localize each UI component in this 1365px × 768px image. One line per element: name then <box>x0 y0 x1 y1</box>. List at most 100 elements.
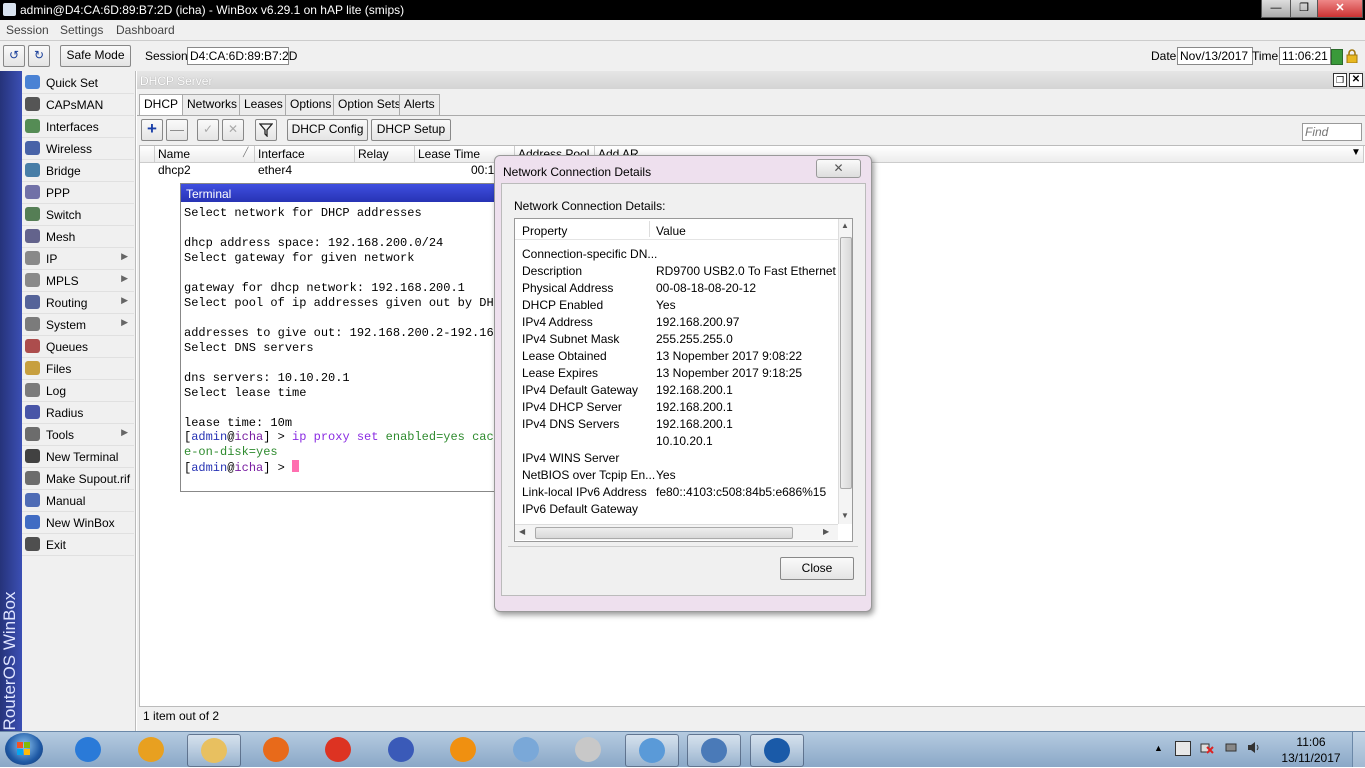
start-button[interactable] <box>5 733 43 765</box>
minimize-button[interactable]: — <box>1261 0 1291 18</box>
close-dhcp-window-icon[interactable]: ✕ <box>1349 73 1363 87</box>
filter-icon[interactable] <box>255 119 277 141</box>
horizontal-scroll-thumb[interactable] <box>535 527 793 539</box>
list-item[interactable]: Description RD9700 USB2.0 To Fast Etherne… <box>515 262 838 279</box>
sidebar-item-system[interactable]: System ▶ <box>22 314 134 336</box>
tab-leases[interactable]: Leases <box>239 94 288 115</box>
restore-window-icon[interactable]: ❐ <box>1333 73 1347 87</box>
paint-icon[interactable] <box>500 734 552 765</box>
app-orange-icon[interactable] <box>437 734 489 765</box>
list-item[interactable]: Physical Address 00-08-18-08-20-12 <box>515 279 838 296</box>
control-panel-icon[interactable] <box>624 734 679 767</box>
sidebar-item-exit[interactable]: Exit <box>22 534 134 556</box>
add-icon[interactable]: + <box>141 119 163 141</box>
list-item[interactable]: IPv4 DNS Servers 192.168.200.1 <box>515 415 838 432</box>
sidebar-item-interfaces[interactable]: Interfaces <box>22 116 134 138</box>
list-item[interactable]: IPv4 Subnet Mask 255.255.255.0 <box>515 330 838 347</box>
sidebar-item-switch[interactable]: Switch <box>22 204 134 226</box>
window-title-bar[interactable]: admin@D4:CA:6D:89:B7:2D (icha) - WinBox … <box>0 0 1365 20</box>
terminal-prompt-line[interactable]: [admin@icha] > <box>184 460 300 475</box>
sidebar-item-wireless[interactable]: Wireless <box>22 138 134 160</box>
sidebar-item-files[interactable]: Files <box>22 358 134 380</box>
column-interface[interactable]: Interface <box>255 146 355 163</box>
sidebar-item-mpls[interactable]: MPLS ▶ <box>22 270 134 292</box>
sidebar-item-new-terminal[interactable]: New Terminal <box>22 446 134 468</box>
dhcp-setup-button[interactable]: DHCP Setup <box>371 119 451 141</box>
action-center-icon[interactable] <box>1175 741 1191 756</box>
media-player-icon[interactable] <box>125 734 177 765</box>
show-hidden-icons[interactable]: ▲ <box>1154 743 1163 753</box>
sidebar-item-bridge[interactable]: Bridge <box>22 160 134 182</box>
enable-icon[interactable]: ✓ <box>197 119 219 141</box>
sidebar-item-tools[interactable]: Tools ▶ <box>22 424 134 446</box>
remove-icon[interactable]: — <box>166 119 188 141</box>
close-window-button[interactable]: ✕ <box>1317 0 1363 18</box>
sidebar-item-new-winbox[interactable]: New WinBox <box>22 512 134 534</box>
tab-option-sets[interactable]: Option Sets <box>333 94 406 115</box>
snipping-icon[interactable] <box>562 734 614 765</box>
list-item[interactable]: IPv4 Address 192.168.200.97 <box>515 313 838 330</box>
sidebar-item-ip[interactable]: IP ▶ <box>22 248 134 270</box>
clock-time[interactable]: 11:06 <box>1278 735 1344 749</box>
find-input[interactable] <box>1302 123 1362 141</box>
sidebar-item-quick-set[interactable]: Quick Set <box>22 72 134 94</box>
maximize-button[interactable]: ❐ <box>1290 0 1318 18</box>
file-explorer-icon[interactable] <box>187 734 241 767</box>
horizontal-scrollbar[interactable]: ◀ ▶ <box>515 524 838 540</box>
firefox-icon[interactable] <box>250 734 302 765</box>
list-item[interactable]: IPv4 WINS Server <box>515 449 838 466</box>
list-item[interactable]: IPv4 Default Gateway 192.168.200.1 <box>515 381 838 398</box>
internet-explorer-icon[interactable] <box>62 734 114 765</box>
sidebar-item-make-supout-rif[interactable]: Make Supout.rif <box>22 468 134 490</box>
menu-settings[interactable]: Settings <box>60 23 103 37</box>
redo-icon[interactable]: ↻ <box>28 45 50 67</box>
vertical-scrollbar[interactable]: ▲ ▼ <box>838 219 852 524</box>
list-item[interactable]: Link-local IPv6 Address fe80::4103:c508:8… <box>515 483 838 500</box>
usb-icon[interactable] <box>1224 741 1238 754</box>
list-item[interactable]: Lease Expires 13 Nopember 2017 9:18:25 <box>515 364 838 381</box>
sidebar-item-radius[interactable]: Radius <box>22 402 134 424</box>
safe-mode-button[interactable]: Safe Mode <box>60 45 131 67</box>
network-status-icon[interactable] <box>1200 741 1214 754</box>
sidebar-item-manual[interactable]: Manual <box>22 490 134 512</box>
tab-options[interactable]: Options <box>285 94 337 115</box>
sidebar-item-log[interactable]: Log <box>22 380 134 402</box>
column-relay[interactable]: Relay <box>355 146 415 163</box>
clock-date[interactable]: 13/11/2017 <box>1278 751 1344 765</box>
scroll-up-icon[interactable]: ▲ <box>841 221 849 230</box>
tab-dhcp[interactable]: DHCP <box>139 94 184 115</box>
columns-dropdown-icon[interactable]: ▼ <box>1351 147 1361 158</box>
scroll-right-icon[interactable]: ▶ <box>823 527 829 536</box>
photo-viewer-icon[interactable] <box>687 734 741 767</box>
terminal-title-bar[interactable]: Terminal <box>181 184 501 202</box>
dhcp-window-title-bar[interactable]: DHCP Server ❐ ✕ <box>137 71 1365 89</box>
sidebar-item-routing[interactable]: Routing ▶ <box>22 292 134 314</box>
network-tool-icon[interactable] <box>375 734 427 765</box>
tab-alerts[interactable]: Alerts <box>399 94 440 115</box>
list-item[interactable]: Lease Obtained 13 Nopember 2017 9:08:22 <box>515 347 838 364</box>
list-item[interactable]: DHCP Enabled Yes <box>515 296 838 313</box>
sidebar-item-mesh[interactable]: Mesh <box>22 226 134 248</box>
sidebar-item-queues[interactable]: Queues <box>22 336 134 358</box>
column-name[interactable]: Name <box>155 146 255 163</box>
volume-icon[interactable] <box>1247 741 1261 754</box>
table-header-select[interactable] <box>140 146 155 163</box>
terminal-window[interactable]: Terminal [admin@icha] > ip proxy set ena… <box>180 183 558 492</box>
list-item[interactable]: IPv6 Default Gateway <box>515 500 838 517</box>
chrome-icon[interactable] <box>312 734 364 765</box>
tab-networks[interactable]: Networks <box>182 94 243 115</box>
show-desktop-button[interactable] <box>1352 732 1365 767</box>
dhcp-config-button[interactable]: DHCP Config <box>287 119 368 141</box>
close-button[interactable]: Close <box>780 557 854 580</box>
list-item[interactable]: IPv4 DHCP Server 192.168.200.1 <box>515 398 838 415</box>
disable-icon[interactable]: ✕ <box>222 119 244 141</box>
list-item[interactable]: 10.10.20.1 <box>515 432 838 449</box>
undo-icon[interactable]: ↺ <box>3 45 25 67</box>
sidebar-item-capsman[interactable]: CAPsMAN <box>22 94 134 116</box>
vertical-scroll-thumb[interactable] <box>840 237 852 489</box>
list-item[interactable]: Connection-specific DN... <box>515 245 838 262</box>
menu-dashboard[interactable]: Dashboard <box>116 23 175 37</box>
scroll-down-icon[interactable]: ▼ <box>841 511 849 520</box>
menu-session[interactable]: Session <box>6 23 49 37</box>
sidebar-item-ppp[interactable]: PPP <box>22 182 134 204</box>
